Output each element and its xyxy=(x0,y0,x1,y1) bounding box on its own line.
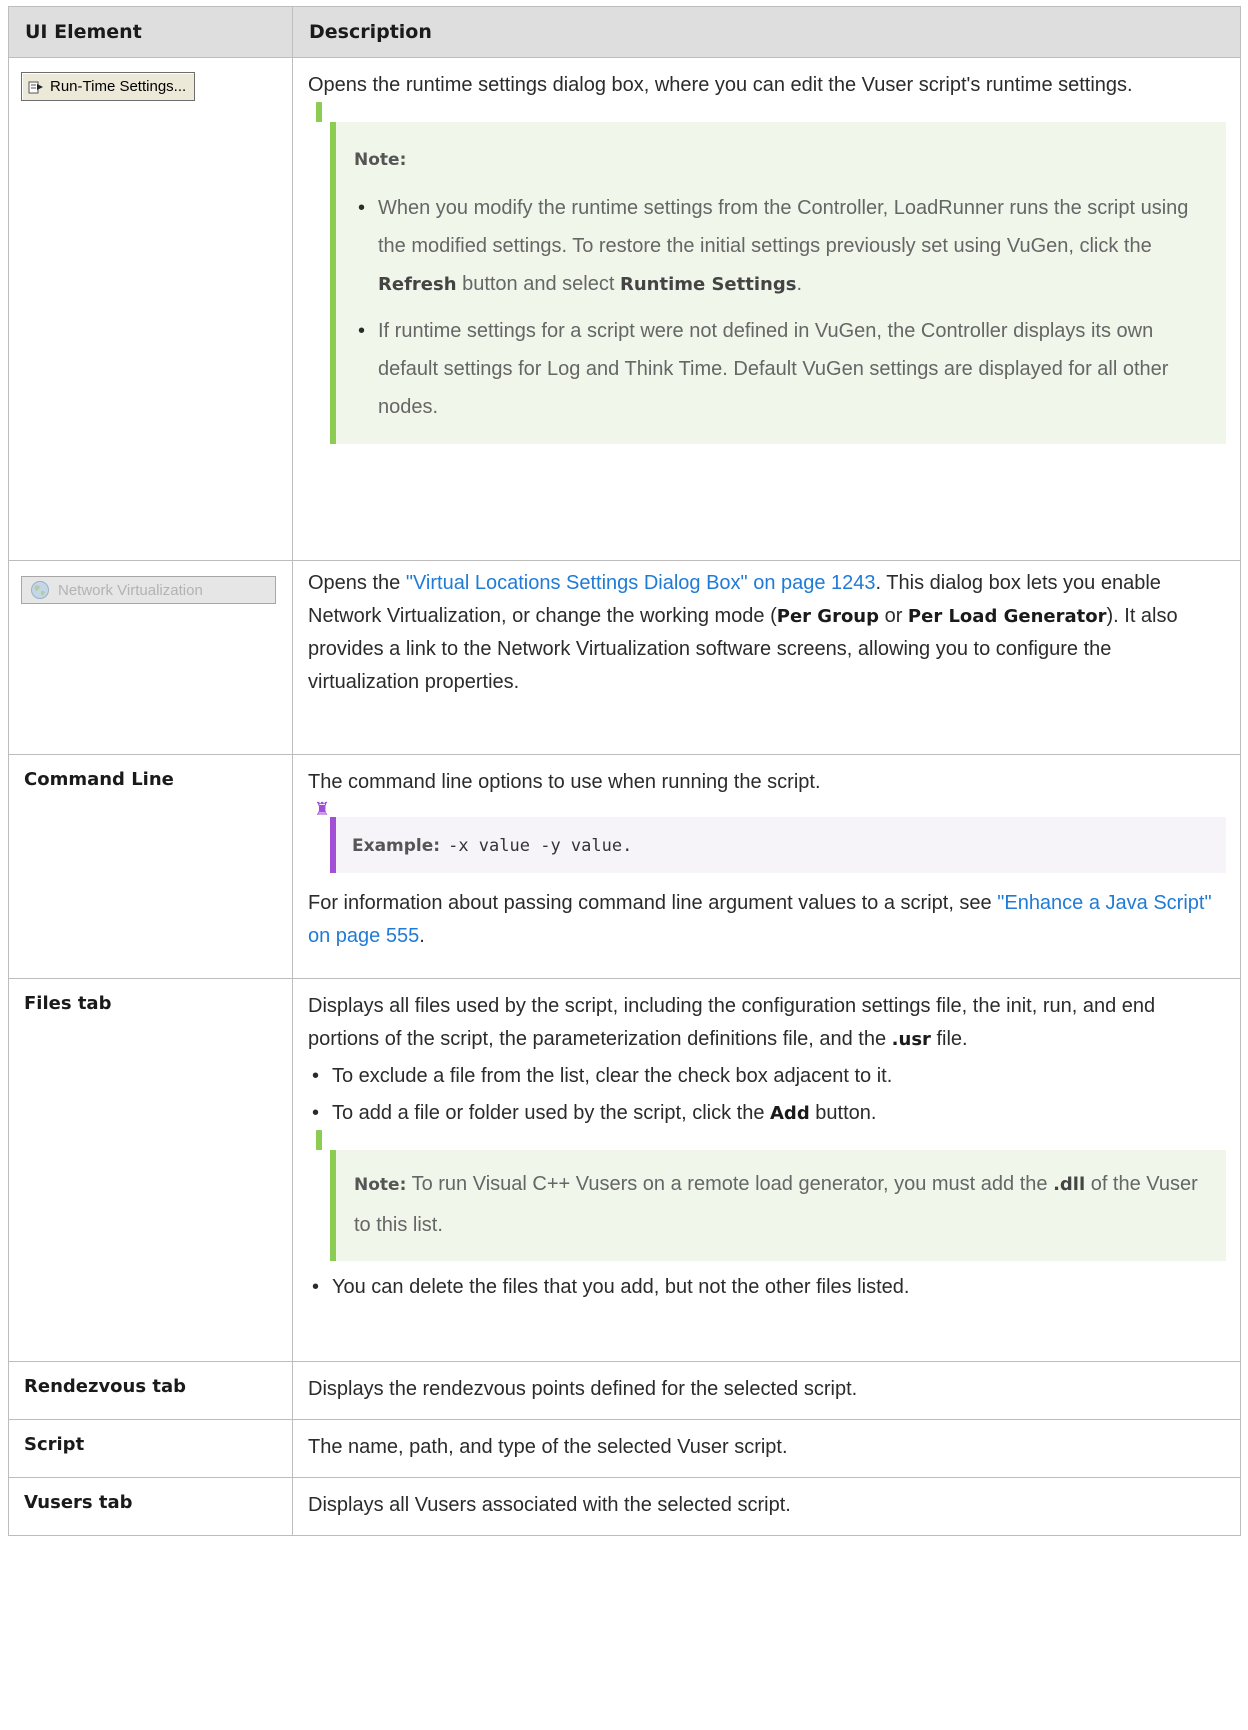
files-bullet-list: To exclude a file from the list, clear t… xyxy=(308,1060,1226,1130)
header-ui-element: UI Element xyxy=(8,6,293,58)
table-row: Script The name, path, and type of the s… xyxy=(8,1419,1241,1478)
row-description-cell: Displays the rendezvous points defined f… xyxy=(292,1361,1241,1420)
note-box: Note: To run Visual C++ Vusers on a remo… xyxy=(316,1130,1226,1261)
description-text: Displays all files used by the script, i… xyxy=(308,995,1156,1050)
row-element-cell: Script xyxy=(8,1419,293,1478)
network-virtualization-label: Network Virtualization xyxy=(58,581,203,599)
table-row: Run-Time Settings... Opens the runtime s… xyxy=(8,57,1241,561)
refresh-keyword: Refresh xyxy=(378,274,457,295)
settings-arrow-icon xyxy=(28,81,43,93)
row-description-cell: Displays all Vusers associated with the … xyxy=(292,1477,1241,1536)
example-code: -x value -y value. xyxy=(448,836,633,856)
add-keyword: Add xyxy=(770,1103,810,1124)
row-element-cell: Command Line xyxy=(8,754,293,979)
row-element-cell: Run-Time Settings... xyxy=(8,57,293,561)
row-element-cell: Rendezvous tab xyxy=(8,1361,293,1420)
row-element-cell: Vusers tab xyxy=(8,1477,293,1536)
ui-elements-table: UI Element Description Run-Time Settings… xyxy=(8,6,1241,1536)
example-icon: ♜ xyxy=(314,799,331,819)
row-description-cell: Opens the runtime settings dialog box, w… xyxy=(292,57,1241,561)
per-load-generator-keyword: Per Load Generator xyxy=(907,606,1107,627)
row-description-cell: The command line options to use when run… xyxy=(292,754,1241,979)
virtual-locations-link[interactable]: "Virtual Locations Settings Dialog Box" … xyxy=(406,572,876,594)
list-item: To add a file or folder used by the scri… xyxy=(308,1097,1226,1130)
table-row: Rendezvous tab Displays the rendezvous p… xyxy=(8,1361,1241,1420)
dll-keyword: .dll xyxy=(1053,1174,1086,1195)
row-description-cell: Opens the "Virtual Locations Settings Di… xyxy=(292,560,1241,755)
runtime-settings-keyword: Runtime Settings xyxy=(619,274,797,295)
note-exclamation-icon xyxy=(316,1130,322,1150)
table-header-row: UI Element Description xyxy=(8,6,1241,58)
row-description-cell: The name, path, and type of the selected… xyxy=(292,1419,1241,1478)
run-time-settings-button[interactable]: Run-Time Settings... xyxy=(21,72,196,101)
per-group-keyword: Per Group xyxy=(776,606,880,627)
note-bullet-list: When you modify the runtime settings fro… xyxy=(354,189,1212,426)
list-item: You can delete the files that you add, b… xyxy=(308,1271,1226,1304)
row-description-cell: Displays all files used by the script, i… xyxy=(292,978,1241,1362)
note-exclamation-icon xyxy=(316,102,322,122)
description-text: Opens the runtime settings dialog box, w… xyxy=(308,74,1133,96)
list-item: To exclude a file from the list, clear t… xyxy=(308,1060,1226,1093)
table-row: Command Line The command line options to… xyxy=(8,754,1241,979)
table-row: Network Virtualization Opens the "Virtua… xyxy=(8,560,1241,755)
note-label: Note: xyxy=(354,1175,407,1195)
description-text: The command line options to use when run… xyxy=(308,771,821,793)
description-text-2: For information about passing command li… xyxy=(308,892,1212,947)
run-time-settings-label: Run-Time Settings... xyxy=(50,78,187,95)
note-box: Note: When you modify the runtime settin… xyxy=(316,102,1226,444)
list-item: If runtime settings for a script were no… xyxy=(354,312,1212,426)
list-item: When you modify the runtime settings fro… xyxy=(354,189,1212,304)
example-label: Example: xyxy=(352,836,441,856)
row-element-cell: Files tab xyxy=(8,978,293,1362)
note-label: Note: xyxy=(354,150,407,170)
files-bullet-list-2: You can delete the files that you add, b… xyxy=(308,1271,1226,1304)
network-virtualization-button[interactable]: Network Virtualization xyxy=(21,576,276,604)
usr-keyword: .usr xyxy=(891,1029,931,1050)
globe-icon xyxy=(31,581,49,599)
table-row: Files tab Displays all files used by the… xyxy=(8,978,1241,1362)
header-description: Description xyxy=(292,6,1241,58)
example-box: ♜ Example: -x value -y value. xyxy=(314,799,1226,873)
description-text: Opens the "Virtual Locations Settings Di… xyxy=(308,572,1178,693)
table-row: Vusers tab Displays all Vusers associate… xyxy=(8,1477,1241,1536)
row-element-cell: Network Virtualization xyxy=(8,560,293,755)
